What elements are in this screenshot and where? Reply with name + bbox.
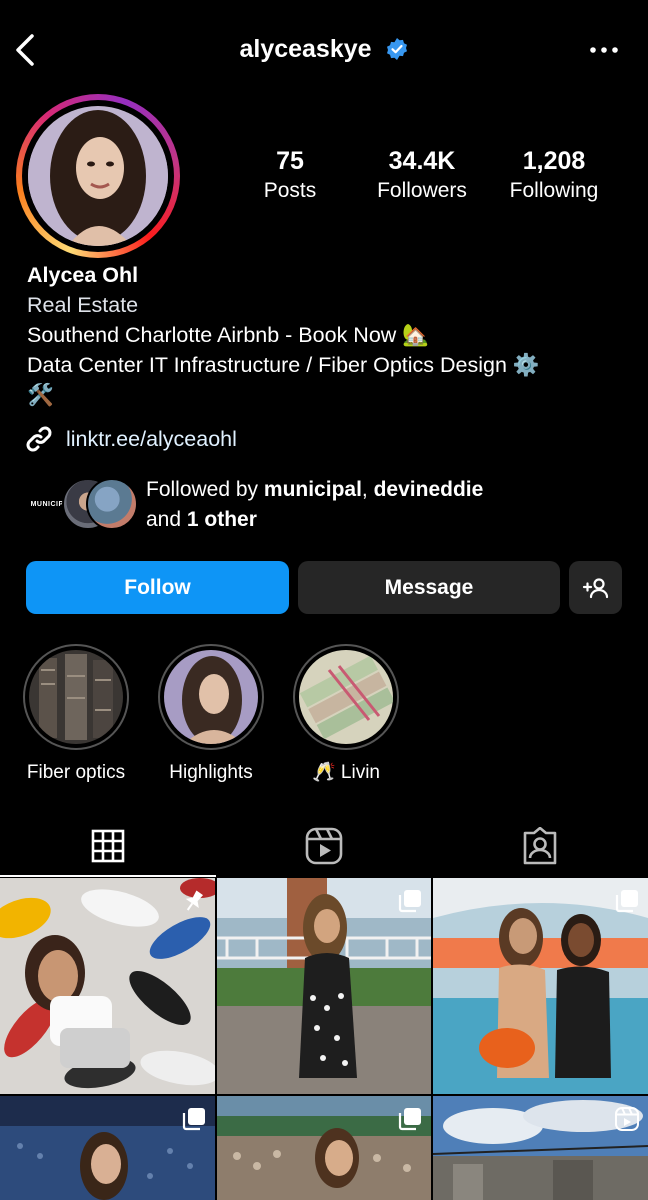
following-stat[interactable]: 1,208 Following (494, 146, 614, 206)
avatar (28, 106, 168, 246)
tab-tagged[interactable] (432, 818, 648, 874)
grid-icon (91, 829, 125, 863)
profile-avatar[interactable] (16, 94, 180, 258)
reels-icon (305, 827, 343, 865)
posts-label: Posts (263, 179, 317, 202)
profile-link[interactable]: linktr.ee/alyceaohl (24, 424, 237, 454)
follow-button[interactable]: Follow (26, 561, 289, 614)
profile-header: alyceaskye (0, 34, 648, 64)
more-horizontal-icon (590, 47, 618, 53)
mutual-user: municipal (263, 478, 362, 501)
followed-by-text[interactable]: Followed by municipal, devineddie and 1 … (146, 475, 483, 535)
tagged-person-icon (523, 827, 557, 865)
reels-icon (615, 1107, 639, 1131)
post-thumbnail[interactable] (0, 1096, 215, 1200)
highlight-cover (299, 650, 393, 744)
carousel-icon (615, 890, 638, 913)
tab-posts-grid[interactable] (0, 818, 216, 874)
carousel-icon (182, 1108, 205, 1131)
mutual-others: 1 other (186, 508, 257, 531)
verified-badge-icon (386, 38, 407, 61)
highlight-cover (164, 650, 258, 744)
bio: Alycea Ohl Real Estate Southend Charlott… (27, 260, 627, 410)
post-thumbnail[interactable] (433, 1096, 648, 1200)
category-label: Real Estate (27, 293, 139, 317)
more-options-button[interactable] (588, 40, 620, 60)
link-icon (26, 426, 52, 452)
mutual-followers-avatars[interactable]: MUNICIPAL (26, 478, 138, 530)
highlight-item[interactable]: Highlights (146, 644, 276, 788)
mutual-user: devineddie (373, 478, 484, 501)
highlight-label: 🥂 Livin (311, 762, 380, 783)
display-name: Alycea Ohl (27, 263, 139, 287)
highlight-label: Highlights (169, 762, 253, 783)
posts-stat[interactable]: 75 Posts (240, 146, 340, 206)
message-button[interactable]: Message (298, 561, 560, 614)
highlight-cover (29, 650, 123, 744)
posts-count: 75 (276, 147, 304, 175)
pinned-icon (185, 890, 204, 911)
post-thumbnail[interactable] (433, 878, 648, 1094)
username[interactable]: alyceaskye (239, 35, 371, 63)
tab-reels[interactable] (216, 818, 432, 874)
avatar (86, 478, 138, 530)
highlight-item[interactable]: 🥂 Livin (281, 644, 411, 788)
post-thumbnail[interactable] (0, 878, 215, 1094)
bio-line: 🛠️ (27, 383, 54, 407)
followers-label: Followers (377, 179, 467, 202)
add-person-icon (582, 577, 608, 598)
suggest-users-button[interactable] (569, 561, 622, 614)
following-label: Following (509, 179, 599, 202)
active-tab-indicator (0, 875, 216, 877)
post-thumbnail[interactable] (217, 878, 431, 1094)
carousel-icon (398, 1108, 421, 1131)
following-count: 1,208 (522, 147, 586, 175)
highlight-item[interactable]: Fiber optics (11, 644, 141, 788)
bio-line: Data Center IT Infrastructure / Fiber Op… (27, 353, 540, 377)
post-thumbnail[interactable] (217, 1096, 431, 1200)
followers-stat[interactable]: 34.4K Followers (360, 146, 484, 206)
carousel-icon (398, 890, 421, 913)
followers-count: 34.4K (388, 147, 456, 175)
highlight-label: Fiber optics (26, 762, 126, 783)
bio-line: Southend Charlotte Airbnb - Book Now 🏡 (27, 323, 430, 347)
link-text[interactable]: linktr.ee/alyceaohl (66, 427, 237, 452)
